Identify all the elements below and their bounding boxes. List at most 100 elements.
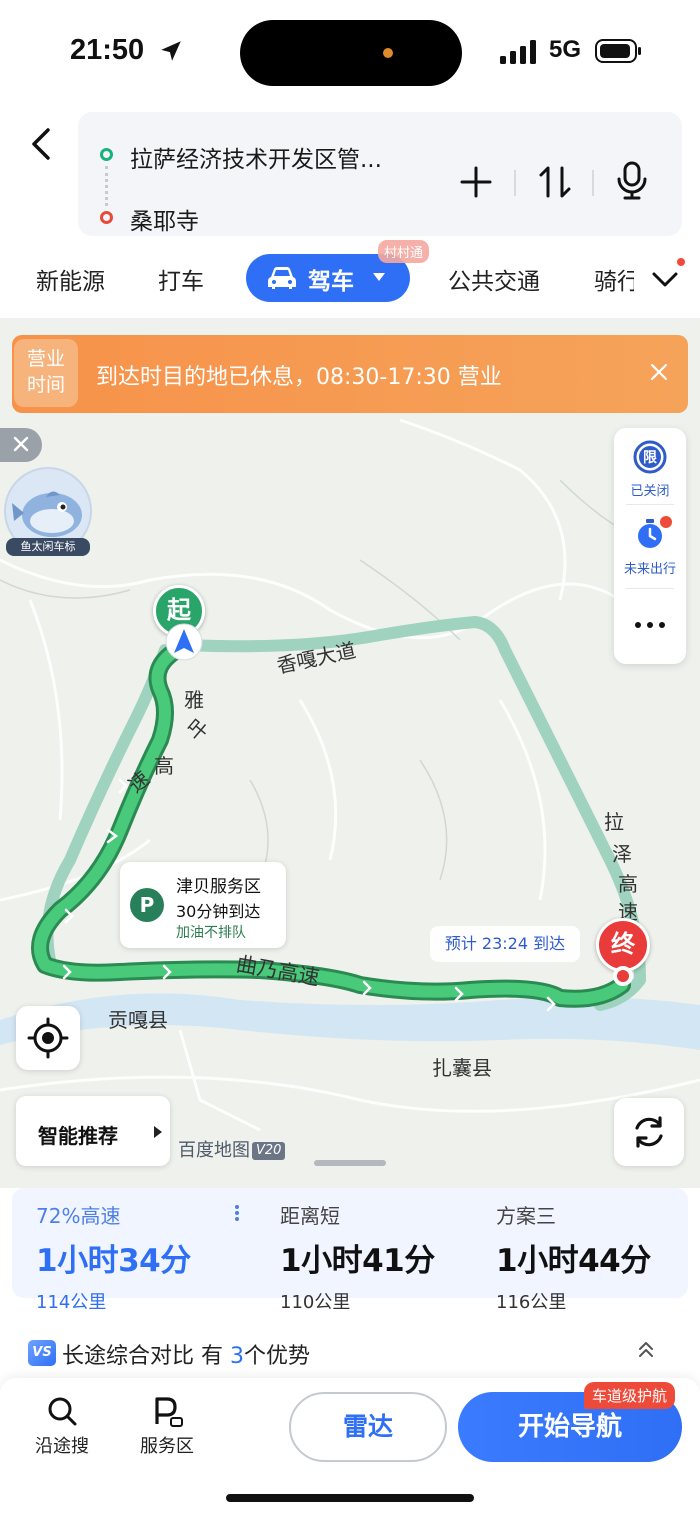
car-icon bbox=[268, 267, 296, 289]
voice-input-icon[interactable] bbox=[610, 158, 654, 202]
battery-icon bbox=[595, 39, 641, 63]
end-marker[interactable]: 终 bbox=[596, 918, 650, 972]
close-icon bbox=[13, 436, 29, 452]
route-input-box: 拉萨经济技术开发区管... 桑耶寺 bbox=[78, 112, 682, 236]
refresh-icon bbox=[635, 1116, 663, 1148]
vs-icon: VS bbox=[28, 1340, 56, 1366]
route-time: 1小时34分 bbox=[36, 1243, 191, 1279]
back-chevron-icon[interactable] bbox=[22, 122, 62, 166]
place-label-gongga: 贡嘎县 bbox=[108, 1008, 168, 1032]
route-options-kebab-icon[interactable] bbox=[234, 1204, 240, 1222]
map-brand-name: 百度地图 bbox=[178, 1140, 250, 1161]
parking-icon: P bbox=[130, 888, 164, 922]
tab-cycling[interactable]: 骑行 bbox=[594, 262, 634, 296]
route-option-1[interactable]: 72%高速 1小时34分 114公里 bbox=[36, 1200, 191, 1314]
route-options-panel: 72%高速 1小时34分 114公里 距离短 1小时41分 110公里 方案三 … bbox=[0, 1188, 700, 1378]
route-time: 1小时44分 bbox=[496, 1243, 651, 1279]
restriction-status[interactable]: 已关闭 bbox=[614, 480, 686, 499]
search-icon bbox=[48, 1397, 77, 1426]
restriction-icon-text: 限 bbox=[643, 450, 657, 466]
badge-line-1: 营业 bbox=[26, 348, 65, 370]
close-icon[interactable] bbox=[648, 361, 670, 383]
route-option-3[interactable]: 方案三 1小时44分 116公里 bbox=[496, 1200, 651, 1314]
route-connector bbox=[105, 166, 108, 206]
route-option-2[interactable]: 距离短 1小时41分 110公里 bbox=[280, 1200, 435, 1314]
compare-text: 长途综合对比 有 3个优势 bbox=[62, 1338, 310, 1370]
smart-recommend-label: 智能推荐 bbox=[38, 1124, 118, 1148]
parking-icon bbox=[155, 1397, 183, 1427]
header-divider bbox=[514, 170, 516, 196]
route-distance: 114公里 bbox=[36, 1292, 107, 1313]
dropdown-caret-icon bbox=[373, 273, 385, 281]
more-options-icon[interactable] bbox=[634, 620, 666, 630]
search-along-label: 沿途搜 bbox=[35, 1436, 89, 1457]
search-along-route-button[interactable]: 沿途搜 bbox=[22, 1394, 102, 1458]
end-location-field[interactable]: 桑耶寺 bbox=[130, 202, 199, 236]
side-divider bbox=[626, 588, 674, 589]
tab-public-transit[interactable]: 公共交通 bbox=[448, 262, 540, 296]
service-area-label: 服务区 bbox=[140, 1436, 194, 1457]
end-point-dot bbox=[100, 211, 113, 224]
bottom-action-bar: 沿途搜 服务区 雷达 开始导航 车道级护航 bbox=[0, 1378, 700, 1517]
tab-new-energy[interactable]: 新能源 bbox=[36, 262, 105, 296]
add-waypoint-icon[interactable] bbox=[454, 160, 498, 204]
swap-route-icon[interactable] bbox=[533, 160, 577, 204]
business-hours-banner: 营业 时间 到达时目的地已休息，08:30-17:30 营业 bbox=[12, 335, 688, 413]
header-divider bbox=[592, 170, 594, 196]
compare-prefix: 长途综合对比 有 bbox=[62, 1344, 230, 1369]
road-label-yagao-3: 高 bbox=[154, 754, 174, 778]
play-triangle-icon bbox=[154, 1126, 162, 1138]
destination-pin bbox=[613, 966, 633, 986]
service-area-button[interactable]: 服务区 bbox=[127, 1394, 207, 1458]
close-avatar-button[interactable] bbox=[0, 428, 42, 462]
route-search-header: 拉萨经济技术开发区管... 桑耶寺 新能源 打车 驾车 村村通 公共交通 骑行 bbox=[0, 100, 700, 318]
badge-line-2: 时间 bbox=[26, 374, 65, 396]
refresh-route-button[interactable] bbox=[614, 1098, 684, 1166]
route-distance: 110公里 bbox=[280, 1292, 351, 1313]
service-area-card[interactable]: P 津贝服务区 30分钟到达 加油不排队 bbox=[120, 862, 286, 948]
side-divider bbox=[626, 504, 674, 505]
radar-button[interactable]: 雷达 bbox=[289, 1392, 447, 1462]
road-label-laze-2: 泽 bbox=[612, 842, 632, 866]
business-hours-badge: 营业 时间 bbox=[14, 339, 78, 407]
island-indicator-dot bbox=[383, 48, 393, 58]
place-label-zhanang: 扎囊县 bbox=[432, 1056, 492, 1080]
route-tag: 72%高速 bbox=[36, 1204, 121, 1228]
map-brand-version: V20 bbox=[252, 1142, 286, 1160]
travel-mode-tabs: 新能源 打车 驾车 村村通 公共交通 骑行 bbox=[0, 240, 700, 308]
home-indicator bbox=[226, 1494, 474, 1502]
banner-message: 到达时目的地已休息，08:30-17:30 营业 bbox=[96, 365, 502, 390]
drag-handle[interactable] bbox=[314, 1160, 386, 1166]
map-canvas bbox=[0, 418, 700, 1132]
service-area-eta: 30分钟到达 bbox=[176, 902, 261, 921]
map-view[interactable]: 香嘎大道 雅 叶 高 速 曲乃高速 拉 泽 高 速 贡嘎县 扎囊县 bbox=[0, 318, 700, 1188]
status-bar: 21:50 5G bbox=[0, 0, 700, 100]
map-side-tools: 限 已关闭 未来出行 bbox=[614, 428, 686, 664]
locate-me-button[interactable] bbox=[16, 1006, 80, 1070]
crosshair-icon bbox=[27, 1017, 69, 1059]
map-brand: 百度地图 V20 bbox=[178, 1136, 286, 1162]
road-label-laze-3: 高 bbox=[618, 872, 638, 896]
road-label-yagao-1: 雅 bbox=[184, 688, 204, 712]
start-point-dot bbox=[100, 148, 113, 161]
future-travel-label[interactable]: 未来出行 bbox=[614, 558, 686, 577]
expand-tabs-chevron-icon[interactable] bbox=[650, 264, 680, 294]
network-type: 5G bbox=[549, 36, 582, 63]
navigation-arrow-icon bbox=[165, 623, 203, 661]
status-time: 21:50 bbox=[70, 34, 145, 66]
notification-dot bbox=[660, 516, 672, 528]
route-distance: 116公里 bbox=[496, 1292, 567, 1313]
route-time: 1小时41分 bbox=[280, 1243, 435, 1279]
road-label-laze-1: 拉 bbox=[604, 810, 624, 834]
service-area-name: 津贝服务区 bbox=[176, 877, 261, 897]
start-location-field[interactable]: 拉萨经济技术开发区管... bbox=[130, 140, 382, 174]
village-road-badge: 村村通 bbox=[378, 240, 430, 263]
smart-recommend-button[interactable]: 智能推荐 bbox=[16, 1096, 170, 1166]
tab-taxi[interactable]: 打车 bbox=[158, 262, 204, 296]
tab-driving-label: 驾车 bbox=[308, 269, 354, 295]
route-tag: 方案三 bbox=[496, 1204, 556, 1228]
compare-count: 3 bbox=[230, 1344, 244, 1369]
arrival-eta-tag: 预计 23:24 到达 bbox=[430, 926, 580, 962]
collapse-chevrons-icon[interactable] bbox=[636, 1340, 656, 1360]
dynamic-island bbox=[240, 20, 462, 86]
